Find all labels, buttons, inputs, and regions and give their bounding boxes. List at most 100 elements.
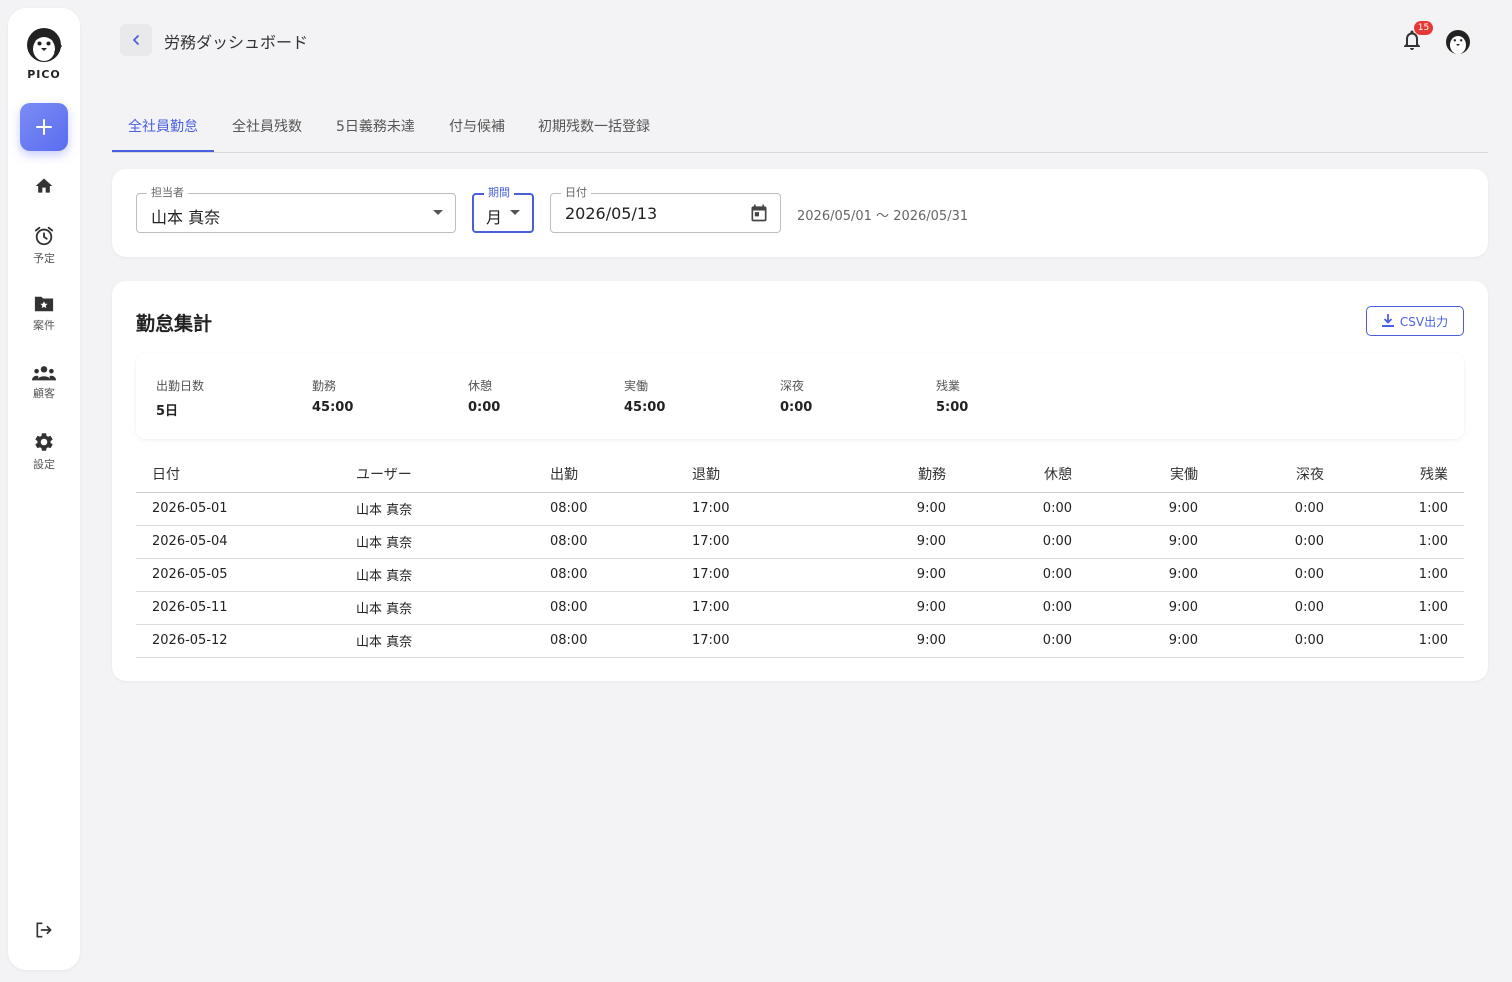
table-row[interactable]: 2026-05-01 山本 真奈 08:00 17:00 9:00 0:00 9… xyxy=(136,492,1464,526)
cell-break: 0:00 xyxy=(946,525,1072,559)
penguin-avatar-icon xyxy=(1442,25,1474,57)
period-select[interactable]: 期間 月 xyxy=(472,186,534,233)
download-icon xyxy=(1381,314,1394,327)
cell-actual: 9:00 xyxy=(1072,525,1198,559)
app-logo[interactable]: PICO xyxy=(8,26,80,81)
cell-night: 0:00 xyxy=(1198,525,1324,559)
plus-icon xyxy=(36,119,52,135)
stat-value: 0:00 xyxy=(468,400,501,415)
logo-text: PICO xyxy=(27,68,61,81)
people-icon xyxy=(32,366,56,381)
calendar-icon[interactable] xyxy=(749,203,769,223)
dropdown-arrow-icon xyxy=(433,210,443,215)
cell-work: 9:00 xyxy=(834,591,946,625)
cell-night: 0:00 xyxy=(1198,492,1324,526)
logout-icon xyxy=(36,922,52,938)
stat-label: 勤務 xyxy=(312,379,337,393)
date-label: 日付 xyxy=(561,186,591,200)
period-label: 期間 xyxy=(484,186,514,200)
tab-grant-candidates[interactable]: 付与候補 xyxy=(433,104,521,152)
attendance-table: 日付 ユーザー 出勤 退勤 勤務 休憩 実働 深夜 残業 2026-05-01 … xyxy=(136,456,1464,658)
cell-work: 9:00 xyxy=(834,492,946,526)
sidebar-item-label: 設定 xyxy=(33,458,55,471)
sidebar-item-settings[interactable]: 設定 xyxy=(8,431,80,472)
cell-break: 0:00 xyxy=(946,624,1072,658)
csv-export-button[interactable]: CSV出力 xyxy=(1366,306,1464,336)
stats-box: 出勤日数 5日 勤務 45:00 休憩 0:00 実働 45:00 深夜 0:0… xyxy=(136,353,1464,439)
sidebar-item-customers[interactable]: 顧客 xyxy=(8,364,80,401)
cell-actual: 9:00 xyxy=(1072,492,1198,526)
column-header[interactable]: ユーザー xyxy=(356,456,550,493)
table-row[interactable]: 2026-05-11 山本 真奈 08:00 17:00 9:00 0:00 9… xyxy=(136,591,1464,625)
cell-overtime: 1:00 xyxy=(1324,492,1464,526)
stat-label: 深夜 xyxy=(780,379,805,393)
cell-work: 9:00 xyxy=(834,525,946,559)
table-row[interactable]: 2026-05-05 山本 真奈 08:00 17:00 9:00 0:00 9… xyxy=(136,558,1464,592)
date-field[interactable]: 日付 2026/05/13 xyxy=(550,186,781,233)
penguin-logo-icon xyxy=(27,28,62,62)
cell-overtime: 1:00 xyxy=(1324,591,1464,625)
cell-clock-out: 17:00 xyxy=(692,492,834,526)
avatar[interactable] xyxy=(1442,25,1474,57)
column-header[interactable]: 深夜 xyxy=(1198,456,1324,493)
cell-user: 山本 真奈 xyxy=(356,525,550,559)
cell-clock-in: 08:00 xyxy=(550,492,692,526)
stat-overtime: 残業 5:00 xyxy=(936,377,968,415)
sidebar: PICO 予定 案件 顧客 設定 xyxy=(8,8,80,970)
stat-night: 深夜 0:00 xyxy=(780,377,812,415)
table-row[interactable]: 2026-05-04 山本 真奈 08:00 17:00 9:00 0:00 9… xyxy=(136,525,1464,559)
column-header[interactable]: 実働 xyxy=(1072,456,1198,493)
tab-all-remaining[interactable]: 全社員残数 xyxy=(216,104,318,152)
csv-export-label: CSV出力 xyxy=(1399,314,1449,329)
sidebar-item-projects[interactable]: 案件 xyxy=(8,294,80,333)
cell-overtime: 1:00 xyxy=(1324,558,1464,592)
cell-work: 9:00 xyxy=(834,558,946,592)
stat-value: 5:00 xyxy=(936,400,969,415)
stat-value: 0:00 xyxy=(780,400,813,415)
stat-value: 45:00 xyxy=(312,400,354,415)
cell-date: 2026-05-12 xyxy=(136,624,356,658)
table-row[interactable]: 2026-05-12 山本 真奈 08:00 17:00 9:00 0:00 9… xyxy=(136,624,1464,658)
cell-night: 0:00 xyxy=(1198,558,1324,592)
column-header[interactable]: 休憩 xyxy=(946,456,1072,493)
column-header[interactable]: 出勤 xyxy=(550,456,692,493)
section-title: 勤怠集計 xyxy=(136,313,213,335)
cell-overtime: 1:00 xyxy=(1324,525,1464,559)
sidebar-item-home[interactable] xyxy=(8,176,80,196)
dropdown-arrow-icon xyxy=(510,210,520,215)
cell-date: 2026-05-11 xyxy=(136,591,356,625)
alarm-icon xyxy=(34,226,54,246)
cell-user: 山本 真奈 xyxy=(356,492,550,526)
cell-user: 山本 真奈 xyxy=(356,558,550,592)
stat-work-days: 出勤日数 5日 xyxy=(156,377,204,419)
logout-button[interactable] xyxy=(8,920,80,940)
cell-clock-in: 08:00 xyxy=(550,624,692,658)
tab-five-day-unmet[interactable]: 5日義務未達 xyxy=(320,104,431,152)
cell-clock-out: 17:00 xyxy=(692,558,834,592)
assignee-select[interactable]: 担当者 山本 真奈 xyxy=(136,186,456,233)
tab-initial-bulk-register[interactable]: 初期残数一括登録 xyxy=(522,104,666,152)
cell-user: 山本 真奈 xyxy=(356,591,550,625)
sidebar-item-schedule[interactable]: 予定 xyxy=(8,225,80,266)
page-title: 労務ダッシュボード xyxy=(164,33,309,52)
column-header[interactable]: 退勤 xyxy=(692,456,834,493)
date-value: 2026/05/13 xyxy=(565,204,658,223)
cell-date: 2026-05-01 xyxy=(136,492,356,526)
tab-all-attendance[interactable]: 全社員勤怠 xyxy=(112,104,214,152)
cell-date: 2026-05-04 xyxy=(136,525,356,559)
cell-overtime: 1:00 xyxy=(1324,624,1464,658)
cell-actual: 9:00 xyxy=(1072,558,1198,592)
column-header[interactable]: 日付 xyxy=(136,456,356,493)
stat-value: 45:00 xyxy=(624,400,666,415)
cell-break: 0:00 xyxy=(946,591,1072,625)
back-button[interactable] xyxy=(120,24,152,56)
cell-break: 0:00 xyxy=(946,558,1072,592)
cell-clock-in: 08:00 xyxy=(550,591,692,625)
cell-clock-in: 08:00 xyxy=(550,525,692,559)
sidebar-item-label: 顧客 xyxy=(33,387,55,400)
add-button[interactable] xyxy=(20,103,68,151)
column-header[interactable]: 残業 xyxy=(1324,456,1464,493)
stat-actual: 実働 45:00 xyxy=(624,377,665,415)
cell-date: 2026-05-05 xyxy=(136,558,356,592)
column-header[interactable]: 勤務 xyxy=(834,456,946,493)
